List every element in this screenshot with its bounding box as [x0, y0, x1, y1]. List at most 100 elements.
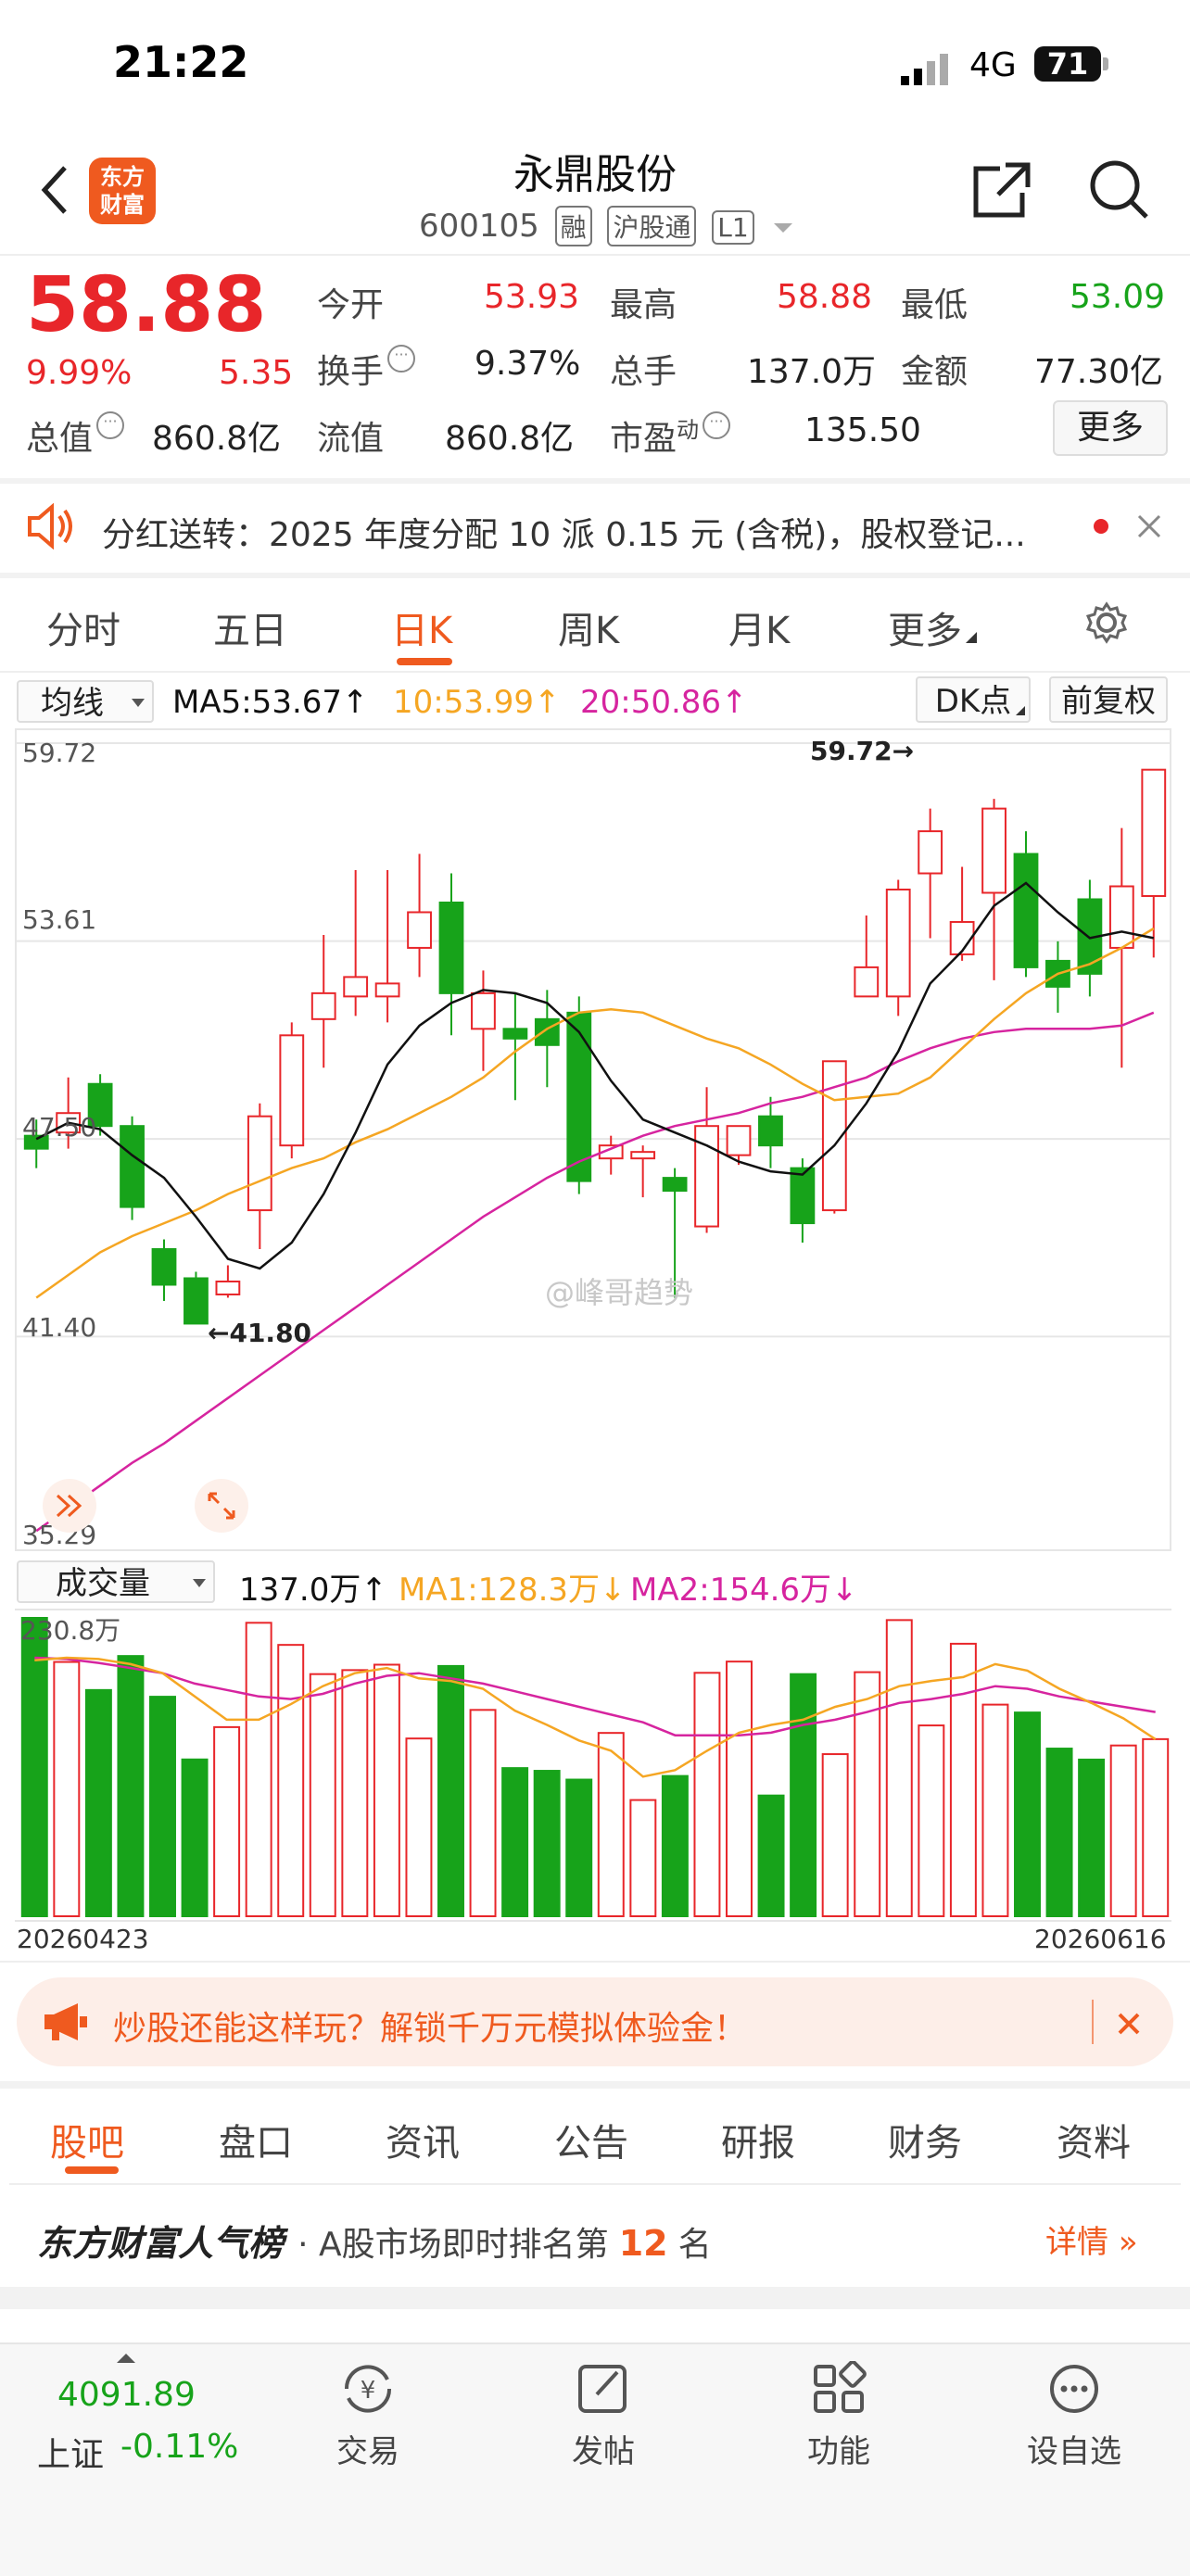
candle	[374, 870, 400, 1023]
candle-body	[279, 1034, 305, 1147]
nav-functions[interactable]: 功能	[769, 2361, 908, 2472]
status-time: 21:22	[113, 37, 249, 87]
ma20-value: 20:50.86	[580, 684, 722, 721]
label-volume: 总手	[610, 353, 677, 391]
tab-weekly-k[interactable]: 周K	[558, 600, 619, 654]
value-low: 53.09	[1070, 278, 1166, 316]
candle	[310, 934, 336, 1068]
nav-add-watchlist[interactable]: 设自选	[1005, 2361, 1144, 2472]
ma5-legend: MA5:53.67↑	[172, 684, 369, 721]
section-gap	[0, 573, 1190, 578]
gear-icon	[1085, 601, 1128, 644]
candle-body	[184, 1277, 209, 1325]
tag-connect: 沪股通	[607, 206, 697, 246]
candle	[885, 879, 911, 1017]
nav-post[interactable]: 发帖	[534, 2361, 673, 2472]
tab-news[interactable]: 资讯	[386, 2113, 460, 2166]
tab-finance[interactable]: 财务	[888, 2113, 962, 2166]
volume-indicator-select[interactable]: 成交量	[17, 1560, 215, 1603]
index-quote[interactable]: 4091.89 上证 -0.11%	[37, 2376, 260, 2478]
tab-profile[interactable]: 资料	[1057, 2113, 1131, 2166]
tab-orderbook[interactable]: 盘口	[219, 2113, 293, 2166]
candle-body	[1108, 885, 1134, 949]
search-button[interactable]	[1082, 158, 1157, 222]
close-promo-button[interactable]	[1108, 2003, 1149, 2044]
volume-bar	[1142, 1737, 1170, 1917]
volume-bar	[949, 1642, 977, 1917]
volume-ma2: MA2:154.6万↓	[630, 1564, 858, 1610]
candle	[184, 1271, 209, 1325]
caret-down-icon	[193, 1579, 206, 1587]
change-amount: 5.35	[219, 354, 294, 392]
watermark: @峰哥趋势	[545, 1275, 694, 1310]
price-chart[interactable]: 59.72 53.61 47.50 41.40 35.29 59.72→ ←41…	[15, 728, 1171, 1551]
tab-intraday[interactable]: 分时	[46, 600, 120, 654]
more-button[interactable]: 更多	[1053, 400, 1168, 456]
tab-announcements[interactable]: 公告	[554, 2113, 628, 2166]
value-float-cap: 860.8亿	[445, 420, 575, 458]
active-tab-indicator	[397, 658, 452, 665]
volume-bar	[213, 1725, 241, 1917]
ranking-suffix: 名	[677, 2226, 712, 2264]
candle-body	[1013, 852, 1039, 968]
ranking-number: 12	[618, 2223, 668, 2264]
label-total-cap: 总值 ···	[26, 411, 125, 460]
scroll-left-button[interactable]	[43, 1479, 96, 1533]
candle	[1013, 831, 1039, 978]
signal-icon	[901, 54, 958, 85]
candle-body	[343, 976, 369, 998]
candle-body	[310, 991, 336, 1020]
adjust-button[interactable]: 前复权	[1049, 676, 1168, 723]
candle-body	[151, 1248, 177, 1286]
candle-body	[758, 1115, 783, 1147]
share-button[interactable]	[964, 158, 1038, 222]
volume-svg	[20, 1617, 1170, 1918]
close-icon	[1118, 2013, 1140, 2035]
dividend-notice[interactable]: 分红送转：2025 年度分配 10 派 0.15 元 (含税)，股权登记...	[102, 508, 1029, 556]
volume-bar	[533, 1770, 561, 1917]
volume-bar	[405, 1737, 433, 1917]
chart-settings-button[interactable]	[1081, 597, 1133, 649]
candle-body	[438, 901, 464, 994]
value-high: 58.88	[777, 278, 873, 316]
dk-point-label: DK点	[934, 683, 1012, 720]
section-gap	[0, 2081, 1190, 2089]
nav-add-watchlist-label: 设自选	[1027, 2433, 1121, 2470]
value-turnover: 9.37%	[475, 345, 581, 383]
promo-banner[interactable]: 炒股还能这样玩？解锁千万元模拟体验金！	[17, 1977, 1173, 2066]
volume-bar	[117, 1655, 145, 1917]
candle-body	[885, 889, 911, 998]
tab-more-label: 更多	[888, 610, 962, 652]
expand-chart-button[interactable]	[195, 1479, 248, 1533]
volume-chart[interactable]: 230.8万	[15, 1609, 1171, 1922]
candle-body	[566, 1011, 592, 1182]
volume-bar	[726, 1661, 753, 1918]
dk-point-button[interactable]: DK点	[916, 676, 1031, 723]
tab-five-day[interactable]: 五日	[213, 600, 287, 654]
double-chevron-icon	[56, 1494, 82, 1518]
value-volume: 137.0万	[747, 353, 877, 391]
section-gap	[0, 2287, 1190, 2309]
close-notice-button[interactable]	[1129, 506, 1170, 547]
tab-daily-k[interactable]: 日K	[391, 600, 452, 654]
nav-trade[interactable]: ¥ 交易	[298, 2361, 437, 2472]
candle-body	[918, 830, 943, 875]
tag-level: L1	[712, 210, 754, 245]
caret-down-icon	[773, 222, 792, 233]
ranking-detail-link[interactable]: 详情 »	[1045, 2216, 1138, 2262]
ranking-row[interactable]: 东方财富人气榜 · A股市场即时排名第 12 名	[37, 2215, 1168, 2264]
tab-research[interactable]: 研报	[721, 2113, 795, 2166]
indicator-select[interactable]: 均线	[17, 680, 154, 723]
stock-code-row[interactable]: 600105 融 沪股通 L1	[419, 206, 792, 246]
volume-max-label: 230.8万	[20, 1615, 121, 1646]
volume-bar	[885, 1619, 913, 1917]
tab-forum[interactable]: 股吧	[50, 2113, 124, 2166]
candle	[981, 799, 1006, 980]
label-pe: 市盈动 ···	[610, 411, 731, 460]
label-pe-sup: 动	[677, 417, 700, 443]
volume-bar	[53, 1661, 81, 1917]
tab-more[interactable]: 更多	[888, 600, 977, 654]
tab-monthly-k[interactable]: 月K	[728, 600, 790, 654]
index-name: 上证	[37, 2436, 105, 2474]
share-icon	[973, 162, 1031, 218]
